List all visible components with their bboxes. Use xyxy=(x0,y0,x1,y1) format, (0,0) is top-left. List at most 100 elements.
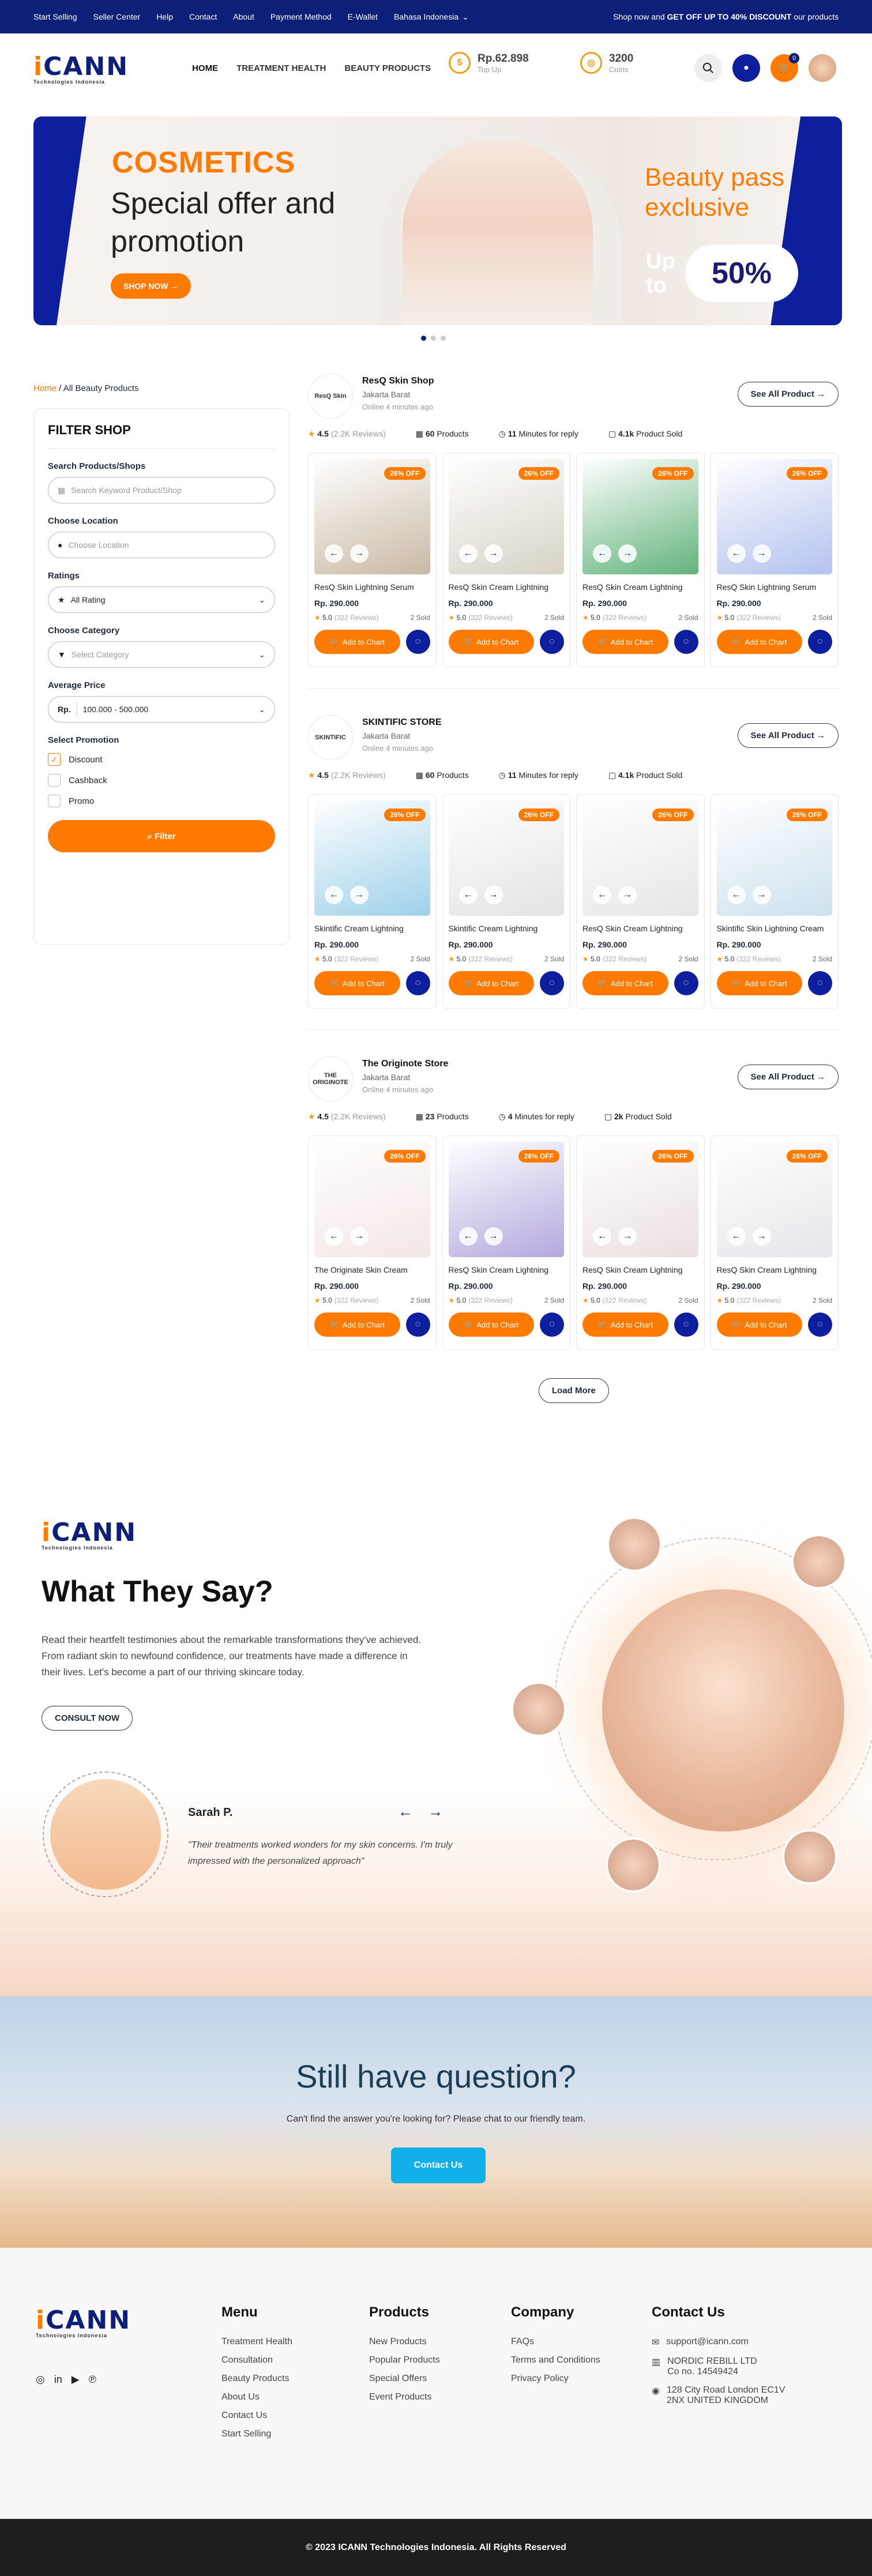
arrow-right-icon[interactable]: → xyxy=(484,544,503,563)
language-select[interactable]: Bahasa Indonesia xyxy=(394,12,458,22)
balance-widget[interactable]: $ Rp.62.898 Top Up xyxy=(449,52,529,74)
product-card[interactable]: 26% OFF ← → ResQ Skin Cream Lightning Rp. 29… xyxy=(576,794,705,1009)
top-link[interactable]: Contact xyxy=(189,12,217,22)
chat-button[interactable]: ◌ xyxy=(540,971,564,995)
product-image[interactable]: 26% OFF ← → xyxy=(448,800,564,916)
nav-treatment-health[interactable]: TREATMENT HEALTH xyxy=(236,63,326,73)
store-name[interactable]: SKINTIFIC STORE xyxy=(362,717,442,728)
footer-link[interactable]: About Us xyxy=(221,2392,292,2402)
top-link[interactable]: E-Wallet xyxy=(348,12,378,22)
footer-link[interactable]: New Products xyxy=(369,2337,440,2347)
youtube-icon[interactable]: ▶ xyxy=(72,2374,80,2386)
arrow-right-icon[interactable]: → xyxy=(350,1227,369,1246)
product-image[interactable]: 26% OFF ← → xyxy=(716,459,832,574)
product-name[interactable]: ResQ Skin Cream Lightning xyxy=(449,582,565,592)
store-logo[interactable]: THE ORIGINOTE xyxy=(308,1056,353,1101)
product-image[interactable]: 26% OFF ← → xyxy=(582,800,698,916)
checkbox[interactable] xyxy=(48,795,61,807)
arrow-right-icon[interactable]: → xyxy=(350,886,369,904)
add-to-cart-button[interactable]: 🛒 Add to Chart xyxy=(582,630,668,654)
nav-beauty-products[interactable]: BEAUTY PRODUCTS xyxy=(344,63,431,73)
checkbox[interactable] xyxy=(48,774,61,787)
load-more-button[interactable]: Load More xyxy=(539,1378,609,1403)
product-name[interactable]: ResQ Skin Lightning Serum xyxy=(717,582,833,592)
cart-button[interactable]: 🛒 0 xyxy=(770,53,799,82)
add-to-cart-button[interactable]: 🛒 Add to Chart xyxy=(582,971,668,995)
promo-checkbox[interactable]: Cashback xyxy=(48,774,275,787)
product-image[interactable]: 26% OFF ← → xyxy=(448,1142,564,1257)
footer-link[interactable]: Consultation xyxy=(221,2355,292,2366)
chat-button[interactable]: ◌ xyxy=(674,630,698,654)
add-to-cart-button[interactable]: 🛒 Add to Chart xyxy=(314,630,400,654)
arrow-left-icon[interactable]: ← xyxy=(593,886,611,904)
see-all-button[interactable]: See All Product → xyxy=(737,1065,839,1089)
product-card[interactable]: 26% OFF ← → Skintific Cream Lightning Rp. 29… xyxy=(442,794,570,1009)
rating-select[interactable]: ★ All Rating ⌄ xyxy=(48,586,275,613)
top-link[interactable]: Payment Method xyxy=(270,12,332,22)
arrow-left-icon[interactable]: ← xyxy=(398,1803,413,1821)
product-name[interactable]: ResQ Skin Cream Lightning xyxy=(449,1265,565,1274)
chat-button[interactable]: ◌ xyxy=(405,1313,430,1337)
arrow-left-icon[interactable]: ← xyxy=(325,544,343,563)
add-to-cart-button[interactable]: 🛒 Add to Chart xyxy=(448,971,534,995)
arrow-right-icon[interactable]: → xyxy=(618,1227,637,1246)
product-image[interactable]: 26% OFF ← → xyxy=(716,1142,832,1257)
top-link[interactable]: Start Selling xyxy=(33,12,77,22)
arrow-left-icon[interactable]: ← xyxy=(325,1227,343,1246)
arrow-left-icon[interactable]: ← xyxy=(458,544,478,563)
add-to-cart-button[interactable]: 🛒 Add to Chart xyxy=(582,1313,668,1337)
add-to-cart-button[interactable]: 🛒 Add to Chart xyxy=(448,1313,534,1337)
footer-link[interactable]: Privacy Policy xyxy=(511,2374,600,2384)
arrow-left-icon[interactable]: ← xyxy=(458,886,478,904)
arrow-right-icon[interactable]: → xyxy=(752,1227,771,1246)
top-link[interactable]: Seller Center xyxy=(93,12,140,22)
location-input[interactable]: ● Choose Location xyxy=(48,532,275,558)
contact-us-button[interactable]: Contact Us xyxy=(391,2148,486,2183)
arrow-right-icon[interactable]: → xyxy=(350,544,369,563)
product-card[interactable]: 26% OFF ← → ResQ Skin Cream Lightning Rp. 29… xyxy=(442,453,570,667)
product-image[interactable]: 26% OFF ← → xyxy=(314,459,430,574)
chat-button[interactable]: ◌ xyxy=(808,630,832,654)
chat-button[interactable]: ◌ xyxy=(405,630,430,654)
footer-link[interactable]: Contact Us xyxy=(221,2410,292,2421)
arrow-left-icon[interactable]: ← xyxy=(727,886,746,904)
product-image[interactable]: 26% OFF ← → xyxy=(314,800,430,916)
pinterest-icon[interactable]: ℗ xyxy=(89,2374,96,2386)
footer-link[interactable]: Terms and Conditions xyxy=(511,2355,600,2366)
carousel-dots[interactable] xyxy=(421,336,446,341)
product-card[interactable]: 26% OFF ← → Skintific Skin Lightning Cream R… xyxy=(710,794,839,1009)
coins-widget[interactable]: ◎ 3200 Coins xyxy=(580,52,633,74)
checkbox[interactable]: ✓ xyxy=(48,753,61,766)
product-card[interactable]: 26% OFF ← → ResQ Skin Lightning Serum Rp. 29… xyxy=(710,453,839,667)
search-button[interactable] xyxy=(694,54,722,82)
add-to-cart-button[interactable]: 🛒 Add to Chart xyxy=(716,630,802,654)
price-select[interactable]: Rp. 100.000 - 500.000 ⌄ xyxy=(48,696,275,723)
promo-checkbox[interactable]: ✓ Discount xyxy=(48,753,275,766)
store-logo[interactable]: ResQ Skin xyxy=(308,374,353,419)
product-name[interactable]: ResQ Skin Cream Lightning xyxy=(582,924,698,933)
add-to-cart-button[interactable]: 🛒 Add to Chart xyxy=(716,971,802,995)
footer-link[interactable]: Popular Products xyxy=(369,2355,440,2366)
product-card[interactable]: 26% OFF ← → Skintific Cream Lightning Rp. 29… xyxy=(308,794,437,1009)
chat-button[interactable]: ◌ xyxy=(540,630,564,654)
avatar[interactable] xyxy=(809,54,836,82)
arrow-right-icon[interactable]: → xyxy=(618,544,637,563)
footer-link[interactable]: Special Offers xyxy=(369,2374,440,2384)
add-to-cart-button[interactable]: 🛒 Add to Chart xyxy=(716,1313,802,1337)
arrow-left-icon[interactable]: ← xyxy=(593,1227,611,1246)
arrow-right-icon[interactable]: → xyxy=(428,1803,443,1821)
chat-button[interactable]: ◌ xyxy=(674,1313,698,1337)
chat-button[interactable]: ◌ xyxy=(808,971,832,995)
footer-logo[interactable]: iCANN Technologies Indonesia xyxy=(36,2306,131,2338)
top-link[interactable]: Help xyxy=(156,12,173,22)
product-image[interactable]: 26% OFF ← → xyxy=(582,1142,698,1257)
product-name[interactable]: ResQ Skin Cream Lightning xyxy=(582,582,698,592)
store-name[interactable]: The Originote Store xyxy=(362,1059,448,1069)
see-all-button[interactable]: See All Product → xyxy=(737,723,839,748)
footer-link[interactable]: Treatment Health xyxy=(221,2337,292,2347)
arrow-right-icon[interactable]: → xyxy=(618,886,637,904)
arrow-right-icon[interactable]: → xyxy=(752,544,771,563)
consult-now-button[interactable]: CONSULT NOW xyxy=(42,1706,133,1731)
add-to-cart-button[interactable]: 🛒 Add to Chart xyxy=(314,1313,400,1337)
see-all-button[interactable]: See All Product → xyxy=(737,382,839,407)
